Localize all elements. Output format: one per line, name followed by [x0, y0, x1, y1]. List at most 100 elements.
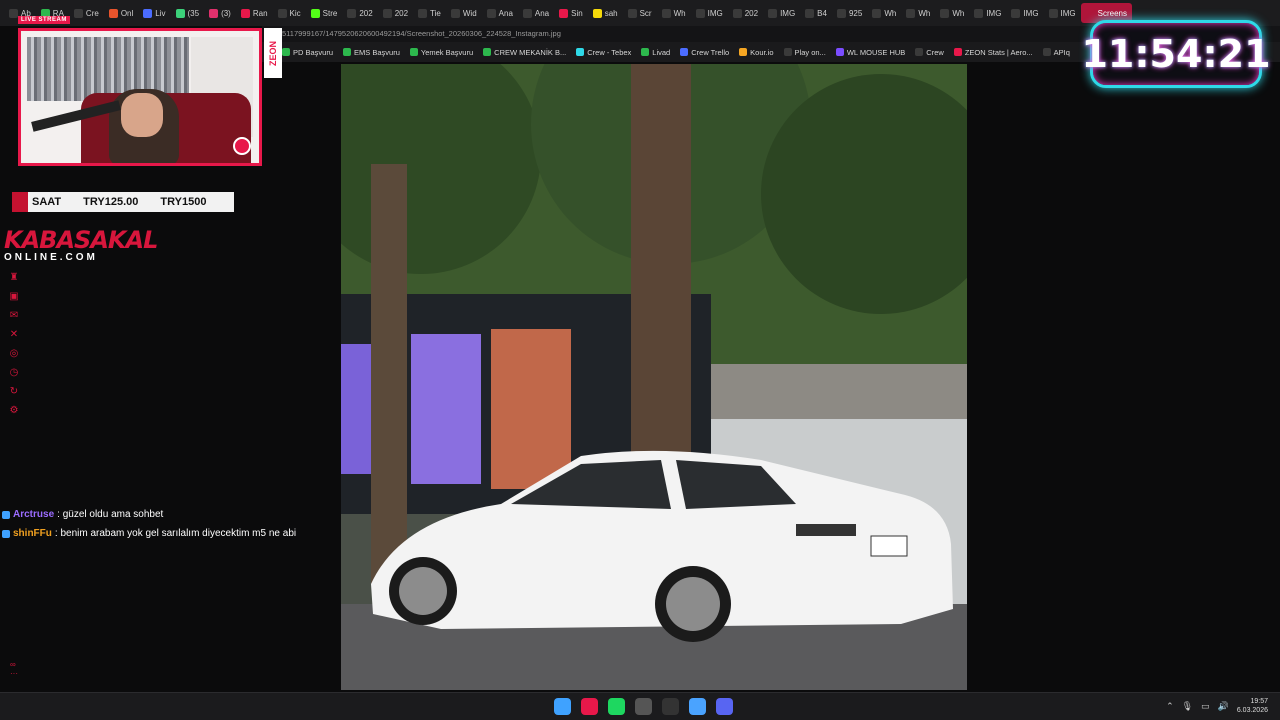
browser-tab[interactable]: Scr [623, 3, 657, 23]
windows-icon[interactable] [554, 698, 571, 715]
webcam-overlay [18, 28, 262, 166]
tab-label: Scr [639, 8, 652, 18]
browser-tab[interactable]: Stre [306, 3, 343, 23]
network-icon[interactable]: ▭ [1201, 701, 1210, 712]
volume-icon[interactable]: 🔊 [1218, 701, 1229, 712]
browser-tab[interactable]: IMG [1044, 3, 1081, 23]
bookmark-label: Play on... [794, 47, 826, 57]
browser-tab[interactable]: IMG [691, 3, 728, 23]
microphone-icon[interactable]: 🎙 [1182, 701, 1193, 712]
tab-favicon-icon [836, 8, 846, 18]
price-ticker: SAAT TRY125.00 TRY1500 [12, 192, 234, 212]
shelf-background [27, 37, 189, 101]
browser-tab[interactable]: Tie [413, 3, 446, 23]
streamer-face [121, 93, 163, 137]
browser-tab[interactable]: IMG [969, 3, 1006, 23]
bookmark-item[interactable]: PD Başvuru [282, 48, 333, 57]
tab-label: IMG [1023, 8, 1039, 18]
tab-label: Ana [534, 8, 550, 18]
tab-favicon-icon [695, 8, 705, 18]
browser-tab[interactable]: 925 [832, 3, 867, 23]
chevron-up-icon[interactable]: ⌃ [1166, 701, 1174, 712]
bookmark-item[interactable]: Crew [915, 48, 944, 57]
bookmark-favicon-icon [915, 48, 924, 56]
chat-overlay: Arctruse: güzel oldu ama sohbet shinFFu: … [2, 505, 338, 543]
browser-tab[interactable]: sah [588, 3, 623, 23]
obs-icon[interactable] [635, 698, 652, 715]
browser-tab[interactable]: 202 [378, 3, 413, 23]
tab-label: (35 [187, 8, 200, 18]
browser-tab[interactable]: Wh [935, 3, 969, 23]
bookmark-item[interactable]: CREW MEKANİK B... [483, 48, 566, 57]
browser-tab[interactable]: Sin [554, 3, 588, 23]
opera-icon[interactable] [581, 698, 598, 715]
bookmark-item[interactable]: WL MOUSE HUB [835, 48, 905, 57]
browser-tab[interactable]: Ran [236, 3, 273, 23]
tab-favicon-icon [310, 8, 320, 18]
tab-favicon-icon [805, 8, 815, 18]
bookmark-label: Kour.io [750, 47, 774, 57]
browser-tab[interactable]: IMG [1006, 3, 1043, 23]
tab-favicon-icon [522, 8, 532, 18]
tab-label: Ana [498, 8, 513, 18]
bookmark-item[interactable]: EMS Başvuru [343, 48, 400, 57]
bookmark-item[interactable]: ZEON Stats | Aero... [953, 47, 1033, 57]
tab-favicon-icon [940, 8, 950, 18]
browser-tab[interactable]: 202 [728, 3, 763, 23]
tab-favicon-icon [240, 8, 250, 18]
bookmark-item[interactable]: Kour.io [739, 47, 774, 57]
bookmark-label: ZEON Stats | Aero... [964, 47, 1033, 57]
browser-tab[interactable]: Wh [867, 3, 901, 23]
tab-label: Sin [571, 8, 583, 18]
discord-icon: ▣ [9, 291, 19, 302]
browser-tab[interactable]: Wh [657, 3, 691, 23]
epic-icon[interactable] [662, 698, 679, 715]
bookmark-item[interactable]: Crew - Tebex [576, 48, 631, 57]
x-icon: ✕ [9, 329, 19, 340]
lit-window-3 [491, 329, 571, 489]
explorer-icon[interactable] [689, 698, 706, 715]
bookmark-item[interactable]: Yemek Başvuru [409, 48, 473, 57]
bookmark-label: Crew Trello [691, 47, 730, 57]
bookmark-favicon-icon [576, 48, 585, 56]
browser-tab[interactable]: B4 [800, 3, 832, 23]
browser-tab[interactable]: Onl [104, 3, 138, 23]
chat-username: shinFFu [13, 528, 52, 539]
browser-tab[interactable]: 202 [342, 3, 377, 23]
bookmark-favicon-icon [835, 48, 844, 56]
tab-favicon-icon [108, 8, 118, 18]
browser-tab[interactable]: Ana [518, 3, 554, 23]
bookmark-label: Livad [652, 47, 671, 57]
tab-label: Wh [673, 8, 686, 18]
browser-tab[interactable]: IMG [763, 3, 800, 23]
bookmark-item[interactable]: APIq [1042, 48, 1070, 57]
channel-logo: KABASAKAL [4, 226, 158, 254]
car-photo [341, 64, 967, 690]
browser-tab[interactable]: (35 [171, 3, 205, 23]
browser-tab[interactable]: Wh [901, 3, 935, 23]
tree-trunk-center [631, 64, 691, 484]
bookmark-item[interactable]: Crew Trello [680, 48, 729, 57]
browser-tab[interactable]: Ana [482, 3, 518, 23]
stream-clock: 11:54:21 [1081, 20, 1271, 88]
tab-label: Wh [918, 8, 931, 18]
tab-favicon-icon [347, 8, 357, 18]
browser-tab[interactable]: (3) [204, 3, 236, 23]
browser-tab[interactable]: Liv [138, 3, 170, 23]
system-time: 19:57 [1250, 698, 1268, 705]
license-plate [870, 535, 908, 557]
discord-icon[interactable] [716, 698, 733, 715]
bookmark-favicon-icon [953, 48, 962, 56]
tab-favicon-icon [906, 8, 916, 18]
browser-tab[interactable]: Kic [273, 3, 306, 23]
spotify-icon[interactable] [608, 698, 625, 715]
browser-tab[interactable]: Wid [446, 3, 482, 23]
browser-tab[interactable]: Cre [69, 3, 104, 23]
tab-label: B4 [817, 8, 827, 18]
bookmark-item[interactable]: Play on... [783, 47, 826, 57]
tab-label: Ran [252, 8, 268, 18]
bookmark-item[interactable]: Livad [641, 48, 670, 57]
system-clock[interactable]: 19:57 6.03.2026 [1237, 697, 1268, 715]
tab-favicon-icon [175, 8, 185, 18]
bookmark-favicon-icon [343, 48, 352, 56]
